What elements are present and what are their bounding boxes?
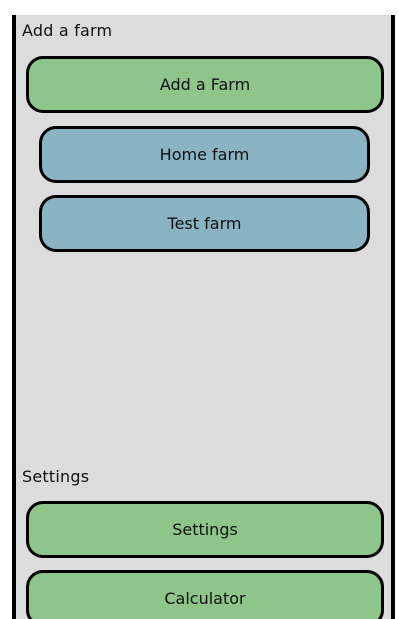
add-farm-button[interactable]: Add a Farm xyxy=(26,56,384,113)
farm-item-label: Home farm xyxy=(159,145,250,164)
settings-button-label: Settings xyxy=(172,520,238,539)
add-farm-button-label: Add a Farm xyxy=(159,75,251,94)
farm-item-test[interactable]: Test farm xyxy=(39,195,370,252)
settings-button[interactable]: Settings xyxy=(26,501,384,558)
farm-item-label: Test farm xyxy=(167,214,242,233)
farm-panel: Add a farm Add a Farm Home farm Test far… xyxy=(12,15,395,619)
calculator-button[interactable]: Calculator xyxy=(26,570,384,619)
settings-section-label: Settings xyxy=(22,467,90,486)
calculator-button-label: Calculator xyxy=(164,589,246,608)
farm-item-home[interactable]: Home farm xyxy=(39,126,370,183)
add-farm-section-label: Add a farm xyxy=(22,21,113,40)
